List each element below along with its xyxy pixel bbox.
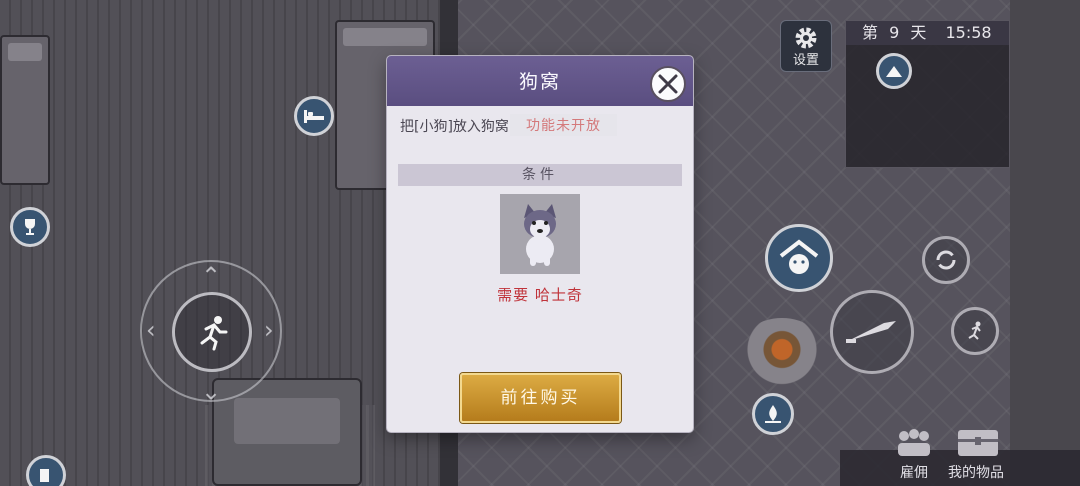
husky-icon [524, 204, 556, 266]
condition-header: 条件 [398, 164, 682, 186]
dialog-title: 狗窝 [387, 56, 693, 106]
put-dog-row: 把[小狗]放入狗窝 功能未开放 [398, 114, 682, 138]
put-dog-text: 把[小狗]放入狗窝 [400, 119, 509, 135]
requirement-text: 需要 哈士奇 [497, 286, 583, 304]
close-icon [658, 74, 678, 94]
close-button[interactable] [650, 66, 686, 102]
feature-not-open-notice: 功能未开放 [510, 114, 617, 136]
doghouse-dialog: 狗窝 把[小狗]放入狗窝 功能未开放 条件 需要 哈士奇 前往购买 [387, 56, 693, 432]
husky-card [500, 194, 580, 274]
go-buy-button[interactable]: 前往购买 [460, 373, 621, 423]
